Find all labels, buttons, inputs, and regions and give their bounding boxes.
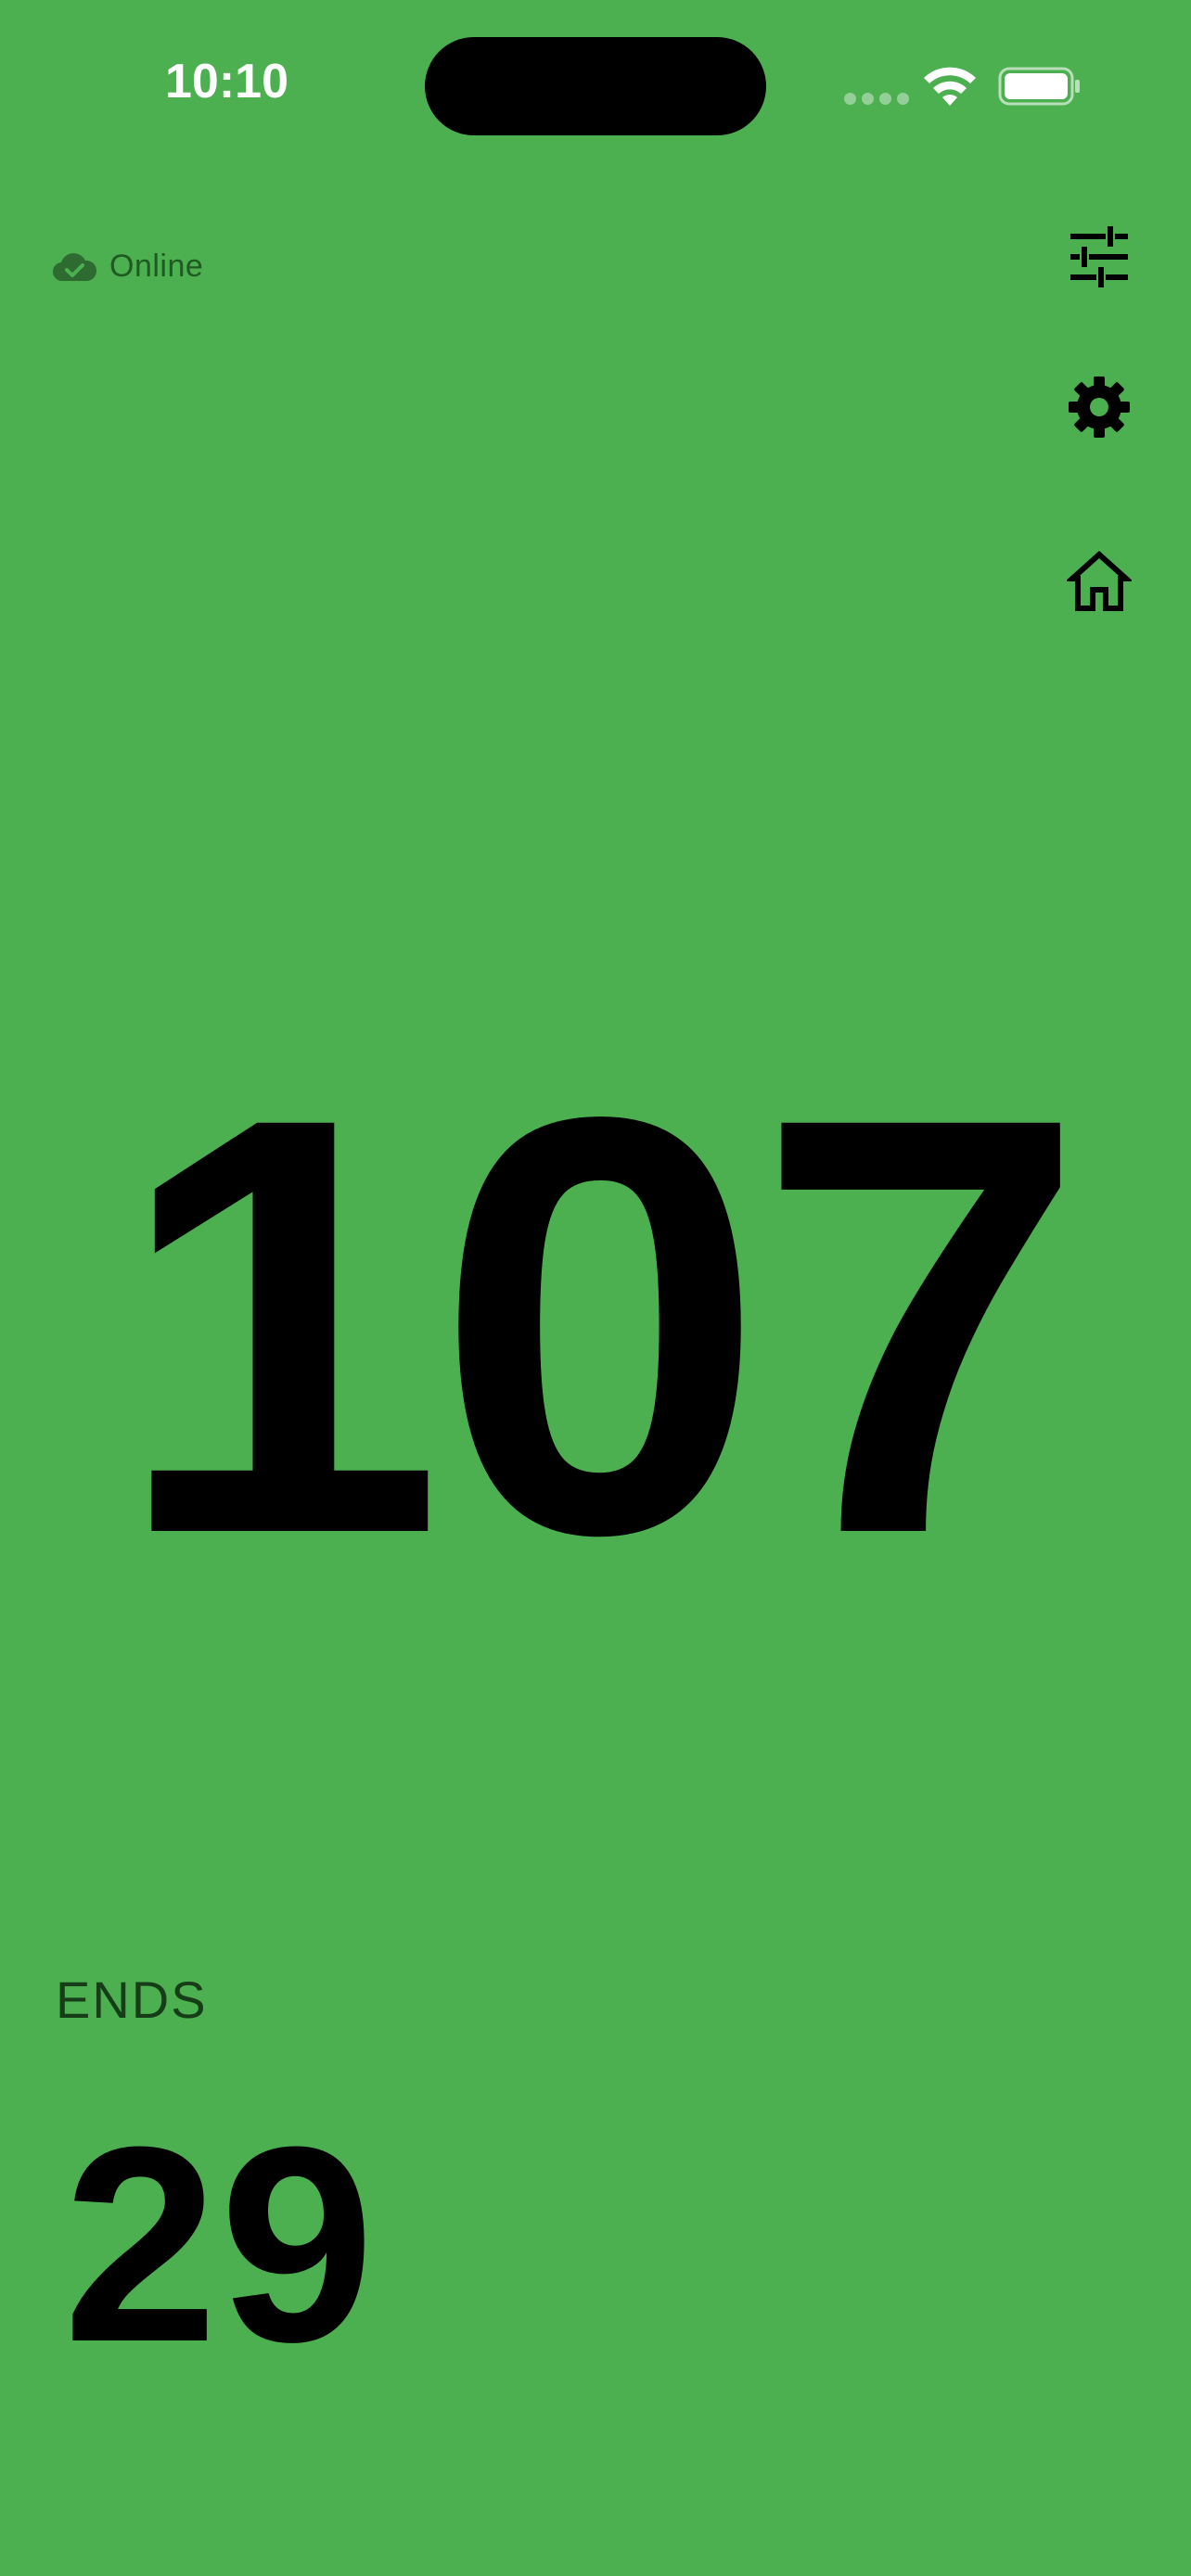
ends-value: 29 bbox=[63, 2088, 377, 2400]
connection-label: Online bbox=[109, 248, 204, 284]
cloud-check-icon bbox=[53, 253, 96, 282]
tune-sliders-icon bbox=[1070, 226, 1128, 287]
gear-icon bbox=[1069, 376, 1130, 438]
app-screen: 10:10 Online 107 ENDS 29 bbox=[0, 0, 1191, 2576]
wifi-icon bbox=[924, 67, 976, 106]
home-icon bbox=[1067, 550, 1132, 611]
filter-button[interactable] bbox=[1063, 221, 1135, 293]
connection-status: Online bbox=[52, 243, 203, 289]
main-counter: 107 bbox=[114, 994, 1086, 1657]
status-time: 10:10 bbox=[165, 55, 288, 108]
dynamic-island bbox=[425, 37, 766, 135]
settings-button[interactable] bbox=[1063, 371, 1135, 443]
cellular-signal-icon bbox=[844, 93, 909, 106]
ends-label: ENDS bbox=[56, 1970, 208, 2029]
home-button[interactable] bbox=[1063, 545, 1135, 618]
battery-icon bbox=[998, 67, 1080, 106]
